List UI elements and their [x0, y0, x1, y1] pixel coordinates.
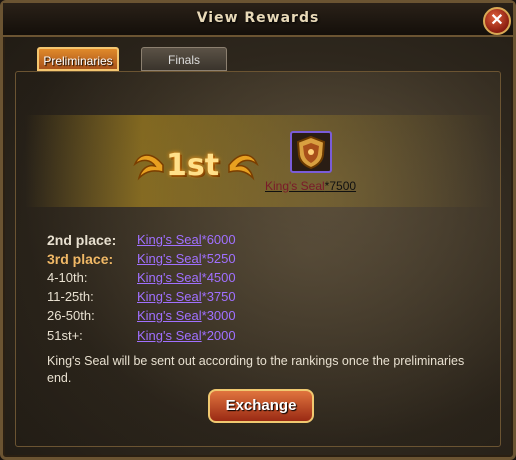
reward-item-link[interactable]: King's Seal: [137, 251, 202, 266]
first-place-reward-link[interactable]: King's Seal*7500: [265, 179, 356, 193]
reward-rank-label: 11-25th:: [47, 289, 94, 304]
reward-rank-label: 4-10th:: [47, 270, 88, 285]
window-title: View Rewards: [196, 10, 320, 26]
reward-rank-label: 2nd place:: [47, 232, 117, 248]
reward-item-link[interactable]: King's Seal: [137, 328, 202, 343]
reward-qty: *5250: [201, 251, 236, 266]
tab-finals[interactable]: Finals: [141, 47, 227, 71]
rewards-note: King's Seal will be sent out according t…: [47, 354, 465, 385]
reward-qty: *3750: [201, 289, 236, 304]
kings-seal-shield-icon[interactable]: [290, 131, 332, 173]
reward-item-link[interactable]: King's Seal: [137, 308, 202, 323]
tab-preliminaries[interactable]: Preliminaries: [37, 47, 119, 71]
reward-rank-label: 51st+:: [47, 328, 83, 343]
reward-qty: *2000: [201, 328, 236, 343]
reward-qty: *3000: [201, 308, 236, 323]
first-place-banner: [25, 115, 495, 207]
reward-qty: *4500: [201, 270, 236, 285]
reward-item-link[interactable]: King's Seal: [137, 232, 202, 247]
first-place-reward-qty: *7500: [324, 179, 357, 193]
first-place-rank: 1st: [166, 148, 220, 183]
close-icon[interactable]: ✕: [483, 7, 511, 35]
reward-item-link[interactable]: King's Seal: [137, 289, 202, 304]
reward-rank-label: 3rd place:: [47, 251, 114, 267]
reward-item-link[interactable]: King's Seal: [137, 270, 202, 285]
exchange-button[interactable]: Exchange: [208, 389, 314, 423]
reward-qty: *6000: [201, 232, 236, 247]
reward-rank-label: 26-50th:: [47, 308, 95, 323]
title-bar: View Rewards: [3, 3, 513, 37]
first-place-reward-item[interactable]: King's Seal: [265, 179, 325, 193]
rewards-window: View Rewards ✕ Preliminaries Finals 1st …: [0, 0, 516, 460]
